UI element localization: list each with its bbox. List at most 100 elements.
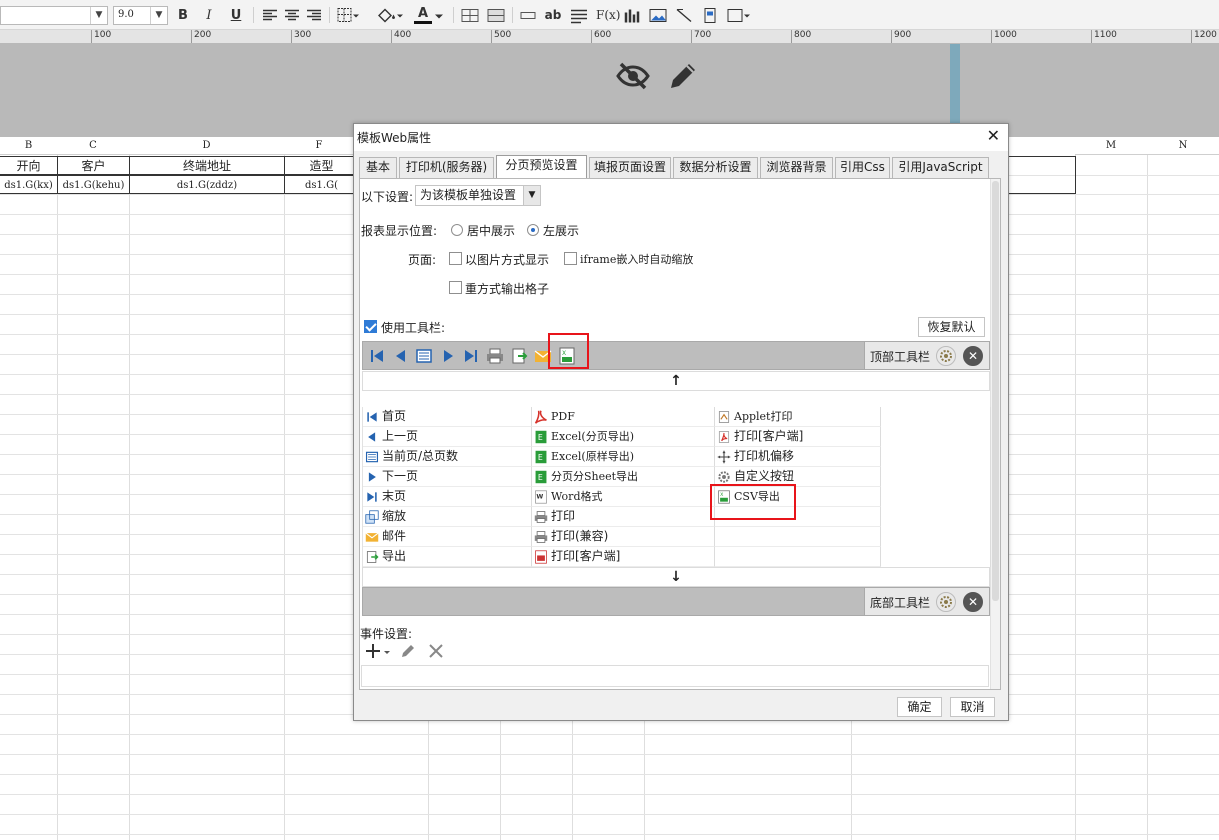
last-page-icon[interactable] [462,347,480,365]
vertical-scrollbar[interactable] [990,179,1000,689]
header-cell[interactable]: 开向 [0,156,58,175]
grid-item-sheet-export[interactable]: E 分页分Sheet导出 [532,467,715,487]
italic-button[interactable]: I [202,7,216,24]
paragraph-icon[interactable] [570,7,588,24]
grid-item-applet-print[interactable]: Applet打印 [715,407,881,427]
check-image-mode[interactable] [449,252,462,265]
column-header-c[interactable]: C [57,137,129,155]
close-icon[interactable]: ✕ [987,127,1000,145]
column-header-n[interactable]: N [1147,137,1219,155]
close-icon[interactable]: ✕ [963,592,983,612]
align-center-icon[interactable] [284,7,300,24]
image-icon[interactable] [649,7,667,24]
check-repeat-output[interactable] [449,281,462,294]
eye-off-icon[interactable] [615,60,651,92]
grid-item-next-page[interactable]: 下一页 [363,467,532,487]
bottom-toolbar-strip[interactable]: 底部工具栏 ✕ [362,587,990,616]
restore-default-button[interactable]: 恢复默认 [918,317,985,337]
font-family-select[interactable]: ▼ [0,6,108,25]
delete-icon[interactable] [428,643,444,659]
chevron-down-icon[interactable] [434,7,444,24]
font-size-select[interactable]: 9.0 ▼ [113,6,168,25]
grid-item-print-client-pdf[interactable]: 打印[客户端] [715,427,881,447]
grid-item-print[interactable]: 打印 [532,507,715,527]
tab-javascript[interactable]: 引用JavaScript [892,157,989,178]
tab-browser-background[interactable]: 浏览器背景 [760,157,833,178]
header-cell-right[interactable] [1000,156,1076,194]
check-use-toolbar[interactable] [364,320,377,333]
export-icon[interactable] [510,347,528,365]
radio-center-label[interactable]: 居中展示 [467,222,515,239]
edit-icon[interactable] [400,643,416,659]
chevron-down-icon[interactable]: ▼ [90,7,107,24]
grid-item-last-page[interactable]: 末页 [363,487,532,507]
grid-item-first-page[interactable]: 首页 [363,407,532,427]
move-up-row[interactable]: ↑ [362,371,990,391]
previous-page-icon[interactable] [392,347,410,365]
align-right-icon[interactable] [306,7,322,24]
use-toolbar-label[interactable]: 使用工具栏: [381,319,445,336]
grid-item-excel-original[interactable]: E Excel(原样导出) [532,447,715,467]
merge-cells-icon[interactable] [461,7,479,24]
text-tool-button[interactable]: ab [543,7,563,24]
grid-item-pdf[interactable]: PDF [532,407,715,427]
data-cell[interactable]: ds1.G(kehu) [57,175,130,194]
check-iframe-autoscale-label[interactable]: iframe嵌入时自动缩放 [580,251,693,267]
ok-button[interactable]: 确定 [897,697,942,717]
grid-item-mail[interactable]: 邮件 [363,527,532,547]
grid-item-page-count[interactable]: 当前页/总页数 [363,447,532,467]
grid-item-excel-paged[interactable]: E Excel(分页导出) [532,427,715,447]
slash-icon[interactable] [675,7,693,24]
font-color-button[interactable]: A [414,7,432,24]
print-icon[interactable] [486,347,504,365]
chevron-down-icon[interactable]: ▼ [523,186,540,205]
split-cells-icon[interactable] [487,7,505,24]
tab-basic[interactable]: 基本 [359,157,397,178]
bold-button[interactable]: B [176,7,190,24]
top-toolbar-strip[interactable]: X 顶部工具栏 ✕ [362,341,990,370]
grid-item-word[interactable]: W Word格式 [532,487,715,507]
grid-item-printer-offset[interactable]: 打印机偏移 [715,447,881,467]
header-cell[interactable]: 造型 [284,156,359,175]
tab-data-analysis[interactable]: 数据分析设置 [673,157,758,178]
radio-center[interactable] [451,224,463,236]
column-header-d[interactable]: D [129,137,284,155]
check-image-mode-label[interactable]: 以图片方式显示 [465,251,549,268]
grid-item-print-compatible[interactable]: 打印(兼容) [532,527,715,547]
event-list[interactable] [361,665,989,687]
grid-item-export[interactable]: 导出 [363,547,532,567]
move-down-row[interactable]: ↓ [362,567,990,587]
chevron-down-icon[interactable]: ▼ [150,7,167,24]
cell-element-icon[interactable] [727,7,751,24]
gear-icon[interactable] [936,346,956,366]
radio-left-label[interactable]: 左展示 [543,222,579,239]
header-cell[interactable]: 客户 [57,156,130,175]
data-cell[interactable]: ds1.G( [284,175,359,194]
column-header-b[interactable]: B [0,137,57,155]
fill-color-icon[interactable] [376,7,404,24]
next-page-icon[interactable] [439,347,457,365]
first-page-icon[interactable] [368,347,386,365]
radio-left[interactable] [527,224,539,236]
column-header-m[interactable]: M [1075,137,1147,155]
check-iframe-autoscale[interactable] [564,252,577,265]
data-cell[interactable]: ds1.G(kx) [0,175,58,194]
check-repeat-output-label[interactable]: 重方式输出格子 [465,280,549,297]
dialog-titlebar[interactable]: 模板Web属性 ✕ [354,124,1008,151]
pencil-icon[interactable] [665,60,699,94]
tab-printer-server[interactable]: 打印机(服务器) [399,157,494,178]
settings-select[interactable]: 为该模板单独设置 ▼ [415,185,541,206]
tab-css[interactable]: 引用Css [835,157,890,178]
add-icon[interactable] [366,643,392,659]
border-icon[interactable] [337,7,359,24]
cancel-button[interactable]: 取消 [950,697,995,717]
grid-item-zoom[interactable]: 缩放 [363,507,532,527]
gear-icon[interactable] [936,592,956,612]
textbox-icon[interactable] [519,7,537,24]
tab-page-preview[interactable]: 分页预览设置 [496,155,587,179]
formula-button[interactable]: F(x) [596,7,620,24]
grid-item-print-client[interactable]: 打印[客户端] [532,547,715,567]
underline-button[interactable]: U [229,7,243,24]
chart-icon[interactable] [623,7,641,24]
tab-fill-page[interactable]: 填报页面设置 [589,157,671,178]
